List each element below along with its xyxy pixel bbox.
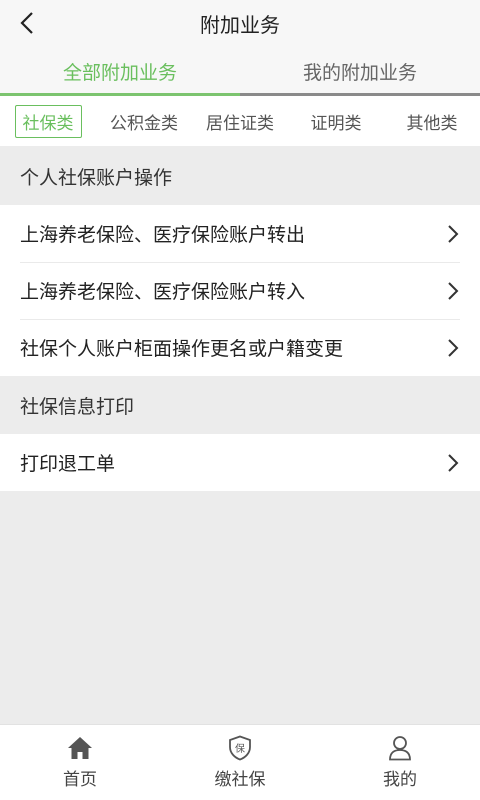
nav-label: 缴社保 <box>214 770 266 790</box>
home-icon <box>67 735 93 761</box>
chevron-left-icon <box>20 12 33 34</box>
shield-icon: 保 <box>227 735 253 761</box>
page-title: 附加业务 <box>200 12 280 37</box>
service-list: 打印退工单 <box>0 434 480 491</box>
back-button[interactable] <box>12 6 42 40</box>
list-item-label: 上海养老保险、医疗保险账户转出 <box>20 224 306 246</box>
chevron-right-icon <box>446 452 460 474</box>
chevron-right-icon <box>446 223 460 245</box>
service-list: 上海养老保险、医疗保险账户转出 上海养老保险、医疗保险账户转入 社保个人账户柜面… <box>0 205 480 376</box>
section-header: 社保信息打印 <box>0 376 480 434</box>
category-label: 公积金类 <box>110 113 178 134</box>
category-social-security[interactable]: 社保类 <box>0 104 96 138</box>
nav-home[interactable]: 首页 <box>0 725 160 800</box>
category-label: 证明类 <box>310 113 362 134</box>
list-item[interactable]: 上海养老保险、医疗保险账户转出 <box>0 205 480 262</box>
category-label: 居住证类 <box>206 113 274 134</box>
category-residence-permit[interactable]: 居住证类 <box>192 105 288 138</box>
chevron-right-icon <box>446 280 460 302</box>
list-item-label: 打印退工单 <box>20 453 116 475</box>
tab-bar: 全部附加业务 我的附加业务 <box>0 46 480 96</box>
nav-mine[interactable]: 我的 <box>320 725 480 800</box>
svg-text:保: 保 <box>235 742 245 755</box>
list-item-label: 上海养老保险、医疗保险账户转入 <box>20 281 306 303</box>
category-certificate[interactable]: 证明类 <box>288 105 384 138</box>
section-header: 个人社保账户操作 <box>0 147 480 205</box>
category-other[interactable]: 其他类 <box>384 105 480 138</box>
nav-label: 首页 <box>63 770 97 790</box>
category-label: 社保类 <box>14 104 82 138</box>
bottom-nav: 首页 保 缴社保 我的 <box>0 724 480 800</box>
tab-all-services[interactable]: 全部附加业务 <box>0 46 240 96</box>
list-item[interactable]: 上海养老保险、医疗保险账户转入 <box>0 262 480 319</box>
category-housing-fund[interactable]: 公积金类 <box>96 105 192 138</box>
list-item-label: 社保个人账户柜面操作更名或户籍变更 <box>20 338 344 360</box>
nav-label: 我的 <box>383 770 417 790</box>
tab-my-services[interactable]: 我的附加业务 <box>240 46 480 96</box>
category-label: 其他类 <box>406 113 458 134</box>
list-item[interactable]: 打印退工单 <box>0 434 480 491</box>
user-icon <box>387 735 413 761</box>
chevron-right-icon <box>446 337 460 359</box>
top-bar: 附加业务 <box>0 0 480 46</box>
category-bar: 社保类 公积金类 居住证类 证明类 其他类 <box>0 96 480 146</box>
nav-pay-social-security[interactable]: 保 缴社保 <box>160 725 320 800</box>
list-item[interactable]: 社保个人账户柜面操作更名或户籍变更 <box>0 319 480 376</box>
